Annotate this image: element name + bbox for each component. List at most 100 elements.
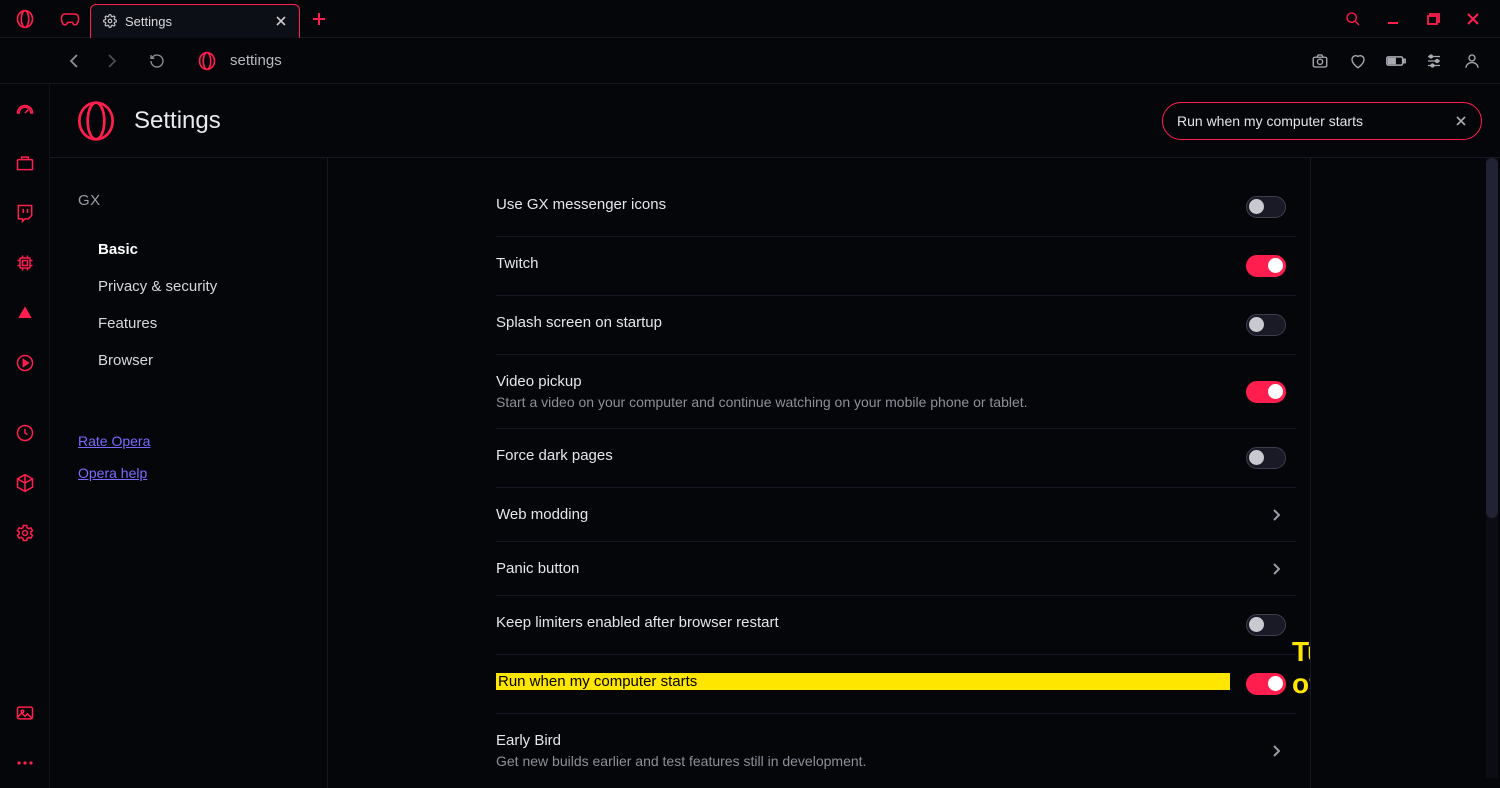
toggle-knob — [1249, 317, 1264, 332]
setting-title: Video pickup — [496, 373, 1230, 390]
settings-sidebar: GX Basic Privacy & security Features Bro… — [50, 158, 328, 788]
setting-label: Splash screen on startup — [496, 314, 1230, 331]
setting-title: Keep limiters enabled after browser rest… — [496, 614, 1230, 631]
snapshot-icon[interactable] — [1310, 51, 1330, 71]
easy-setup-icon[interactable] — [1424, 51, 1444, 71]
image-icon[interactable] — [14, 702, 36, 724]
setting-title: Run when my computer starts — [496, 673, 1230, 690]
new-tab-button[interactable] — [300, 12, 338, 26]
setting-label: Early Bird Get new builds earlier and tes… — [496, 732, 1256, 769]
setting-title: Panic button — [496, 560, 1256, 577]
settings-gear-icon[interactable] — [14, 522, 36, 544]
toggle[interactable] — [1246, 447, 1286, 469]
sidebar-item-basic[interactable]: Basic — [78, 231, 327, 268]
setting-row[interactable]: Early Bird Get new builds earlier and tes… — [496, 714, 1296, 787]
setting-label: Force dark pages — [496, 447, 1230, 464]
profile-icon[interactable] — [1462, 51, 1482, 71]
setting-title: Early Bird — [496, 732, 1256, 749]
sidebar-item-label: Browser — [98, 352, 153, 369]
briefcase-icon[interactable] — [14, 152, 36, 174]
window-maximize-button[interactable] — [1424, 10, 1442, 28]
play-circle-icon[interactable] — [14, 352, 36, 374]
sidebar-item-features[interactable]: Features — [78, 305, 327, 342]
page-title: Settings — [134, 107, 221, 135]
toggle[interactable] — [1246, 196, 1286, 218]
sidebar-item-label: Privacy & security — [98, 278, 217, 295]
setting-row: Video pickup Start a video on your comput… — [496, 355, 1296, 429]
address-bar: settings — [0, 38, 1500, 84]
sidebar-item-label: Basic — [98, 241, 138, 258]
address-text[interactable]: settings — [230, 52, 282, 69]
triangle-icon[interactable] — [14, 302, 36, 324]
setting-row: Run when my computer starts — [496, 655, 1296, 714]
sidebar-item-label: Features — [98, 315, 157, 332]
toggle-knob — [1268, 384, 1283, 399]
scrollbar[interactable] — [1486, 158, 1498, 778]
settings-search-value: Run when my computer starts — [1177, 113, 1455, 129]
left-rail — [0, 84, 50, 788]
setting-title: Twitch — [496, 255, 1230, 272]
sidebar-item-browser[interactable]: Browser — [78, 342, 327, 379]
setting-title: Use GX messenger icons — [496, 196, 1230, 213]
chevron-right-icon — [1272, 563, 1286, 575]
twitch-icon[interactable] — [14, 202, 36, 224]
cube-icon[interactable] — [14, 472, 36, 494]
toggle[interactable] — [1246, 673, 1286, 695]
toggle[interactable] — [1246, 381, 1286, 403]
clock-icon[interactable] — [14, 422, 36, 444]
page-header: Settings Run when my computer starts — [50, 84, 1500, 158]
setting-row: Use GX messenger icons — [496, 178, 1296, 237]
tab-close-icon[interactable] — [275, 15, 287, 27]
link-opera-help[interactable]: Opera help — [78, 465, 327, 481]
search-clear-icon[interactable] — [1455, 115, 1467, 127]
toggle[interactable] — [1246, 255, 1286, 277]
right-gutter — [1310, 158, 1500, 788]
tab-settings[interactable]: Settings — [90, 4, 300, 38]
setting-title: Force dark pages — [496, 447, 1230, 464]
setting-label: Twitch — [496, 255, 1230, 272]
sidebar-item-privacy[interactable]: Privacy & security — [78, 268, 327, 305]
site-identity-icon[interactable] — [194, 48, 220, 74]
scroll-thumb[interactable] — [1486, 158, 1498, 518]
battery-icon[interactable] — [1386, 51, 1406, 71]
settings-pane: Use GX messenger icons Twitch Splash scree… — [328, 158, 1310, 788]
window-close-button[interactable] — [1464, 10, 1482, 28]
setting-description: Start a video on your computer and conti… — [496, 394, 1230, 410]
toggle[interactable] — [1246, 314, 1286, 336]
back-button[interactable] — [62, 48, 88, 74]
setting-title: Splash screen on startup — [496, 314, 1230, 331]
title-bar: Settings — [0, 0, 1500, 38]
setting-row[interactable]: Web modding — [496, 488, 1296, 542]
toggle[interactable] — [1246, 614, 1286, 636]
window-minimize-button[interactable] — [1384, 10, 1402, 28]
settings-search[interactable]: Run when my computer starts — [1162, 102, 1482, 140]
cpu-icon[interactable] — [14, 252, 36, 274]
toggle-knob — [1268, 676, 1283, 691]
toggle-knob — [1268, 258, 1283, 273]
setting-label: Use GX messenger icons — [496, 196, 1230, 213]
gear-icon — [103, 14, 117, 28]
heart-icon[interactable] — [1348, 51, 1368, 71]
more-icon[interactable] — [14, 752, 36, 774]
setting-title: Web modding — [496, 506, 1256, 523]
setting-label: Keep limiters enabled after browser rest… — [496, 614, 1230, 631]
setting-row[interactable]: Panic button — [496, 542, 1296, 596]
forward-button[interactable] — [98, 48, 124, 74]
speed-dial-icon[interactable] — [14, 102, 36, 124]
annotation-text: Turn off — [1292, 636, 1310, 700]
search-button[interactable] — [1344, 10, 1362, 28]
setting-label: Run when my computer starts — [496, 673, 1230, 690]
setting-row: Twitch — [496, 237, 1296, 296]
setting-label: Panic button — [496, 560, 1256, 577]
chevron-right-icon — [1272, 745, 1286, 757]
chevron-right-icon — [1272, 509, 1286, 521]
link-rate-opera[interactable]: Rate Opera — [78, 433, 327, 449]
setting-row: Splash screen on startup — [496, 296, 1296, 355]
reload-button[interactable] — [144, 48, 170, 74]
sidebar-category: GX — [78, 192, 327, 209]
opera-logo-icon[interactable] — [0, 0, 50, 37]
toggle-knob — [1249, 199, 1264, 214]
setting-description: Get new builds earlier and test features… — [496, 753, 1256, 769]
opera-gx-logo-icon — [76, 101, 116, 141]
gamepad-icon[interactable] — [50, 0, 90, 37]
